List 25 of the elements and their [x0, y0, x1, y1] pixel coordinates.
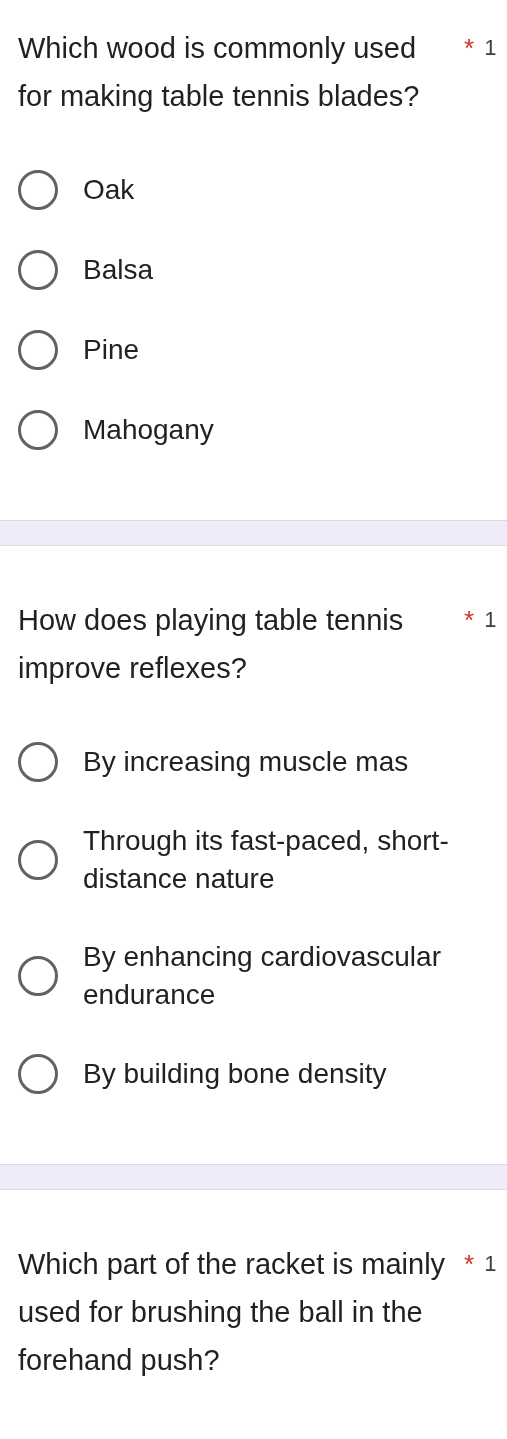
required-asterisk: *: [464, 1248, 475, 1281]
option-label[interactable]: By building bone density: [83, 1055, 483, 1093]
question-title: Which part of the racket is mainly used for brushing the ball in the forehand push?: [18, 1247, 447, 1378]
radio-button[interactable]: [18, 840, 58, 880]
option-label[interactable]: By increasing muscle mas: [83, 743, 483, 781]
radio-button[interactable]: [18, 410, 58, 450]
radio-button[interactable]: [18, 170, 58, 210]
option-label[interactable]: Oak: [83, 171, 483, 209]
option-label[interactable]: Through its fast-paced, short-distance nature: [83, 822, 483, 898]
option-label[interactable]: Pine: [83, 331, 483, 369]
points-value: 1: [484, 606, 497, 634]
radio-button[interactable]: [18, 956, 58, 996]
question-title: How does playing table tennis improve reflexes?: [18, 603, 405, 686]
option-label[interactable]: By enhancing cardiovascular endurance: [83, 938, 483, 1014]
option-label[interactable]: Mahogany: [83, 411, 483, 449]
radio-button[interactable]: [18, 742, 58, 782]
question-title: Which wood is commonly used for making table tennis blades?: [18, 31, 421, 114]
points-value: 1: [484, 1250, 497, 1278]
required-asterisk: *: [464, 32, 475, 65]
radio-button[interactable]: [18, 1054, 58, 1094]
radio-button[interactable]: [18, 250, 58, 290]
option-label[interactable]: Balsa: [83, 251, 483, 289]
required-asterisk: *: [464, 604, 475, 637]
radio-button[interactable]: [18, 330, 58, 370]
points-value: 1: [484, 34, 497, 62]
